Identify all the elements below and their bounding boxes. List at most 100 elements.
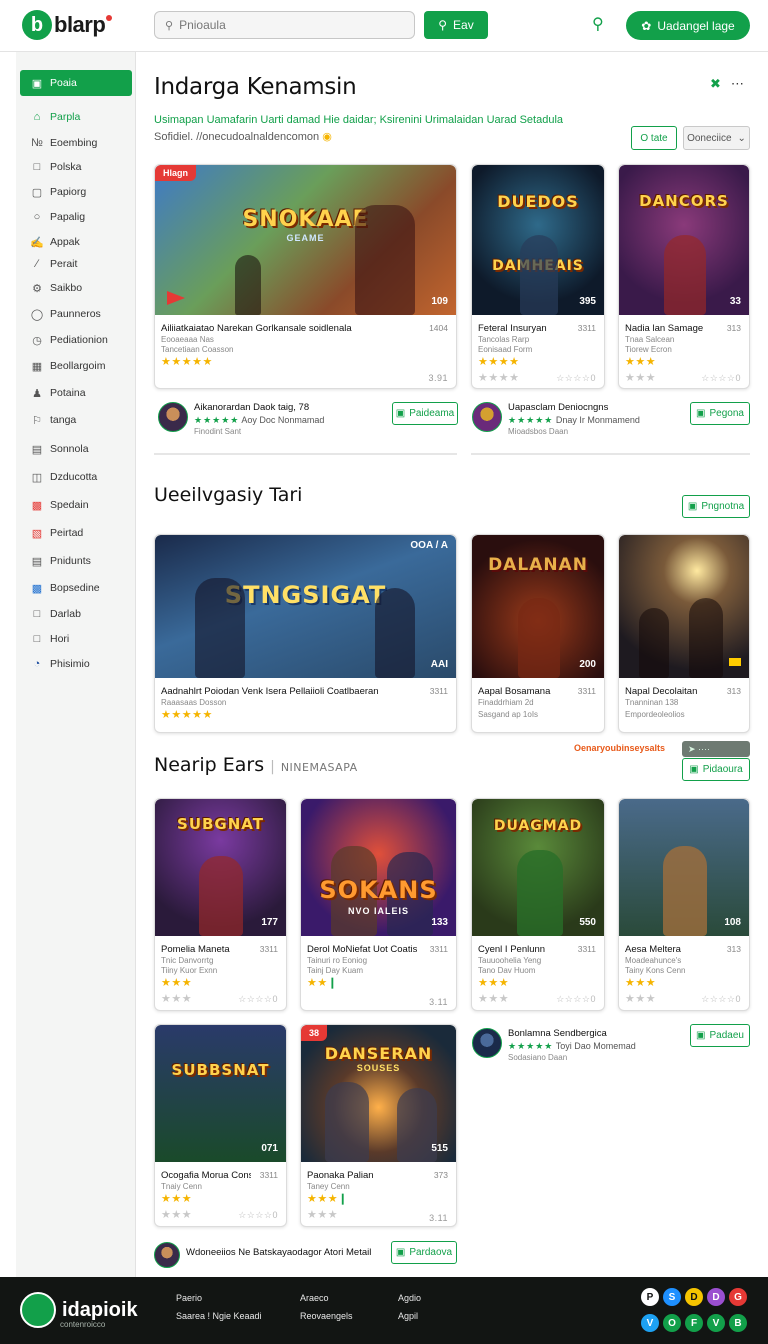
sidebar-item-papiorg[interactable]: ▢ Papiorg <box>20 181 132 203</box>
promo-button[interactable]: ▣ Padaeu <box>690 1024 750 1047</box>
grid-icon: ▦ <box>31 360 43 373</box>
social-icon[interactable]: F <box>685 1314 703 1332</box>
social-icon[interactable]: S <box>663 1288 681 1306</box>
card-subtitle: Eooaeaaa Nas <box>161 335 214 344</box>
social-icon[interactable]: B <box>729 1314 747 1332</box>
game-card[interactable]: SOKANS NVO IALEIS 133 Derol MoNiefat Uot… <box>300 798 457 1011</box>
section-action-button[interactable]: ▣ Pidaoura <box>682 758 750 781</box>
card-subtitle: Tano Dav Huom <box>478 966 536 975</box>
sort-select[interactable]: Ooneciice ⌄ <box>683 126 750 150</box>
promo-title: Uapasclam Deniocngns <box>508 402 609 413</box>
card-meta: 3311 <box>577 944 596 954</box>
sidebar-item-tanga[interactable]: ⚐ tanga <box>20 409 132 431</box>
hero-figure <box>195 578 245 678</box>
social-icon[interactable]: D <box>707 1288 725 1306</box>
site-logo[interactable]: b blarp <box>22 9 113 41</box>
game-card[interactable]: 108 Aesa Meltera 313 Moadeahunce's Tainy… <box>618 798 750 1011</box>
social-icon[interactable]: P <box>641 1288 659 1306</box>
signup-button[interactable]: ✿ Uadangel lage <box>626 11 750 40</box>
card-subtitle: Empordeoleolios <box>625 710 685 719</box>
sidebar-item-bopsedine[interactable]: ▩ Bopsedine <box>20 577 132 599</box>
sidebar-item-papalig[interactable]: ○ Papalig <box>20 206 132 228</box>
social-icon[interactable]: V <box>707 1314 725 1332</box>
rate-filter-button[interactable]: O tate <box>631 126 677 150</box>
more-icon[interactable]: ⋯ <box>731 76 744 92</box>
sidebar-item-phisimio[interactable]: ◔ Phisimio <box>20 653 132 675</box>
promo-subtitle: Sodasiano Daan <box>508 1053 568 1062</box>
footer-link[interactable]: Paerio <box>176 1289 262 1307</box>
player-count: 395 <box>579 296 596 307</box>
sidebar-item-saikbo[interactable]: ⚙ Saikbo <box>20 277 132 299</box>
sidebar-item-eoembing[interactable]: № Eoembing <box>20 132 132 154</box>
sidebar-item-pnidunts[interactable]: ▤ Pnidunts <box>20 550 132 572</box>
badge-icon <box>729 658 741 666</box>
sidebar-item-appak[interactable]: ✍ Appak <box>20 231 132 253</box>
sidebar-item-dzducotta[interactable]: ◫ Dzducotta <box>20 466 132 488</box>
star-rating: ★★❙ <box>307 977 338 989</box>
sidebar-item-sonnola[interactable]: ▤ Sonnola <box>20 438 132 460</box>
footer-link[interactable]: Saarea ! Ngie Keaadi <box>176 1307 262 1325</box>
player-count: 133 <box>431 917 448 928</box>
chat-icon: ▣ <box>395 1247 406 1258</box>
section-button-label: Pngnotna <box>701 501 745 512</box>
sidebar-item-beollargoim[interactable]: ▦ Beollargoim <box>20 355 132 377</box>
expand-icon[interactable]: ✖ <box>710 76 721 92</box>
game-card[interactable]: SUBGNAT 177 Pomelia Maneta 3311 Tnic Dan… <box>154 798 287 1011</box>
search-input[interactable] <box>179 18 400 32</box>
sidebar-item-pediationion[interactable]: ◷ Pediationion <box>20 329 132 351</box>
sidebar-item-hori[interactable]: □ Hori <box>20 628 132 650</box>
game-card[interactable]: DALANAN 200 Aapal Bosamana 3311 Finaddrh… <box>471 534 605 733</box>
footer-link[interactable]: Reovaengels <box>300 1307 353 1325</box>
promo-button[interactable]: ▣ Pegona <box>690 402 750 425</box>
social-icon[interactable]: O <box>663 1314 681 1332</box>
promo-title: Wdoneeiios Ne Batskayaodagor Atori Metai… <box>186 1247 372 1258</box>
card-subtitle: Tainuri ro Eoniog <box>307 956 368 965</box>
sidebar-item-potaina[interactable]: ♟ Potaina <box>20 382 132 404</box>
section-action-button[interactable]: ▣ Pngnotna <box>682 495 750 518</box>
avatar[interactable] <box>158 402 188 432</box>
card-title: Paonaka Palian <box>307 1170 374 1181</box>
game-card[interactable]: DUAGMAD 550 Cyenl I Penlunn 3311 Tauuooh… <box>471 798 605 1011</box>
hero-figure <box>639 608 669 678</box>
sidebar-item-spedain[interactable]: ▩ Spedain <box>20 494 132 516</box>
footer-link[interactable]: Agdio <box>398 1289 421 1307</box>
sidebar-item-darlab[interactable]: □ Darlab <box>20 603 132 625</box>
avatar[interactable] <box>472 402 502 432</box>
game-card[interactable]: 38 DANSERAN SOUSES 515 Paonaka Palian 37… <box>300 1024 457 1227</box>
sidebar-item-polska[interactable]: □ Polska <box>20 156 132 178</box>
rating-value: 3.11 <box>429 997 448 1007</box>
game-card-featured[interactable]: Hlagn SNOKAAE GEAME 109 Ailiiatkaiatao N… <box>154 164 457 389</box>
sidebar-item-home[interactable]: ▣ Poaia <box>20 70 132 96</box>
sidebar-item-perait[interactable]: ∕ Perait <box>20 253 132 275</box>
social-icon[interactable]: V <box>641 1314 659 1332</box>
game-art-title: SOKANS <box>319 875 438 904</box>
sidebar-item-parpla[interactable]: ⌂ Parpla <box>20 106 132 128</box>
sidebar-item-peirtad[interactable]: ▧ Peirtad <box>20 522 132 544</box>
promo-button[interactable]: ▣ Pardaova <box>391 1241 457 1264</box>
pen-icon: ✍ <box>30 236 44 249</box>
social-icon[interactable]: G <box>729 1288 747 1306</box>
circle-icon: ○ <box>33 211 41 223</box>
list-icon: ▤ <box>31 555 43 568</box>
rating-dots: ★★★★★ <box>508 415 554 425</box>
game-card[interactable]: DANCORS 33 Nadia lan Samage 313 Tnaa Sal… <box>618 164 750 389</box>
footer-logo[interactable]: idapioik contenroicco <box>20 1292 138 1329</box>
search-button[interactable]: ⚲ Eav <box>424 11 488 39</box>
game-card[interactable]: SUBBSNAT 071 Ocogafia Morua Cons 3311 Tn… <box>154 1024 287 1227</box>
social-icon[interactable]: D <box>685 1288 703 1306</box>
sidebar-item-label: Peirtad <box>50 527 84 539</box>
game-card[interactable]: Napal Decolaitan 313 Tnanninan 138 Empor… <box>618 534 750 733</box>
game-card-featured[interactable]: OOA / A STNGSIGAT AAI Aadnahlrt Poiodan … <box>154 534 457 733</box>
avatar[interactable] <box>154 1242 180 1268</box>
avatar[interactable] <box>472 1028 502 1058</box>
subtitle-link[interactable]: Sofidiel. //onecudoalnaldencomon <box>154 131 319 143</box>
hero-figure <box>199 856 243 936</box>
footer-link[interactable]: Araeco <box>300 1289 353 1307</box>
search-icon[interactable]: ⚲ <box>592 14 612 34</box>
game-card[interactable]: DUEDOS DAMHEAIS 395 Feteral Insuryan 331… <box>471 164 605 389</box>
footer-link[interactable]: Agpil <box>398 1307 421 1325</box>
promo-button[interactable]: ▣ Paideama <box>392 402 458 425</box>
card-title: Feteral Insuryan <box>478 323 547 334</box>
promo-alert[interactable]: Oenaryoubinseysalts <box>574 743 665 753</box>
sidebar-item-paunneros[interactable]: ◯ Paunneros <box>20 303 132 325</box>
